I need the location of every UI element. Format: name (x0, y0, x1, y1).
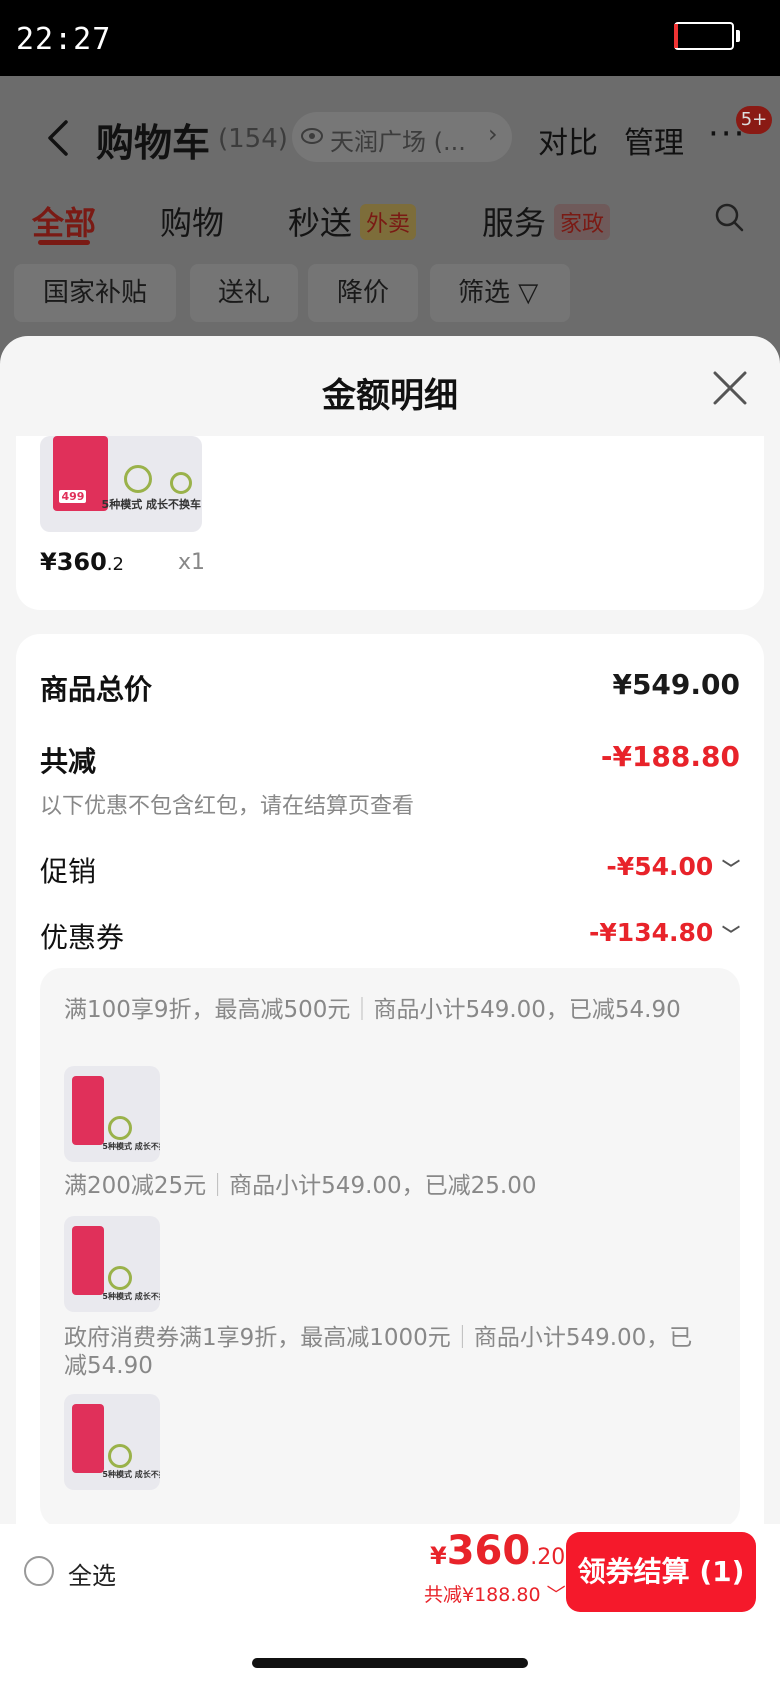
total-discount-value: -¥188.80 (600, 740, 740, 773)
chevron-down-icon: ﹀ (722, 859, 740, 880)
goods-total-label: 商品总价 (40, 673, 153, 706)
tab-shopping[interactable]: 购物 (160, 198, 224, 244)
chevron-down-icon: ﹀ (722, 925, 740, 946)
filter-icon: ▽ (518, 278, 539, 308)
tab-all[interactable]: 全部 (32, 198, 96, 244)
coupon-item-text: 政府消费券满1享9折，最高减1000元｜商品小计549.00，已减54.90 (64, 1325, 693, 1379)
coupon-value: -¥134.80 (589, 918, 714, 947)
select-all-radio[interactable] (24, 1556, 54, 1586)
total-discount-summary: 共减¥188.80 (424, 1584, 541, 1606)
discount-note: 以下优惠不包含红包，请在结算页查看 (40, 794, 415, 819)
page-title: 购物车 (96, 121, 211, 165)
coupon-item-text: 满100享9折，最高减500元｜商品小计549.00，已减54.90 (64, 997, 681, 1023)
total-discount-toggle[interactable]: 共减¥188.80 ﹀ (424, 1580, 566, 1607)
coupon-item-text: 满200减25元｜商品小计549.00，已减25.00 (64, 1173, 537, 1199)
sheet-title: 金额明细 (322, 376, 458, 416)
coupon-label: 优惠券 (40, 921, 125, 954)
cart-count: (154) (218, 124, 288, 154)
status-time: 22:27 (16, 22, 112, 57)
goods-total-value: ¥549.00 (612, 668, 740, 701)
promo-value: -¥54.00 (606, 852, 714, 881)
checkout-button[interactable]: 领券结算 (1) (566, 1532, 756, 1612)
coupon-product-thumbnail[interactable]: 5种模式 成长不换车 (64, 1394, 160, 1490)
chip-national-subsidy[interactable]: 国家补贴 (14, 264, 176, 322)
battery-icon (674, 22, 734, 50)
select-all-label[interactable]: 全选 (68, 1556, 116, 1591)
total-discount-label: 共减 (40, 745, 97, 778)
tab-active-indicator (38, 240, 90, 245)
chip-filter[interactable]: 筛选 ▽ (430, 264, 570, 322)
chevron-right-icon: › (488, 120, 498, 148)
tab-services[interactable]: 服务 (482, 198, 546, 244)
product-price: ¥360.2 (40, 548, 124, 576)
tab-instant[interactable]: 秒送 (288, 198, 352, 244)
promo-label: 促销 (40, 855, 97, 888)
search-icon[interactable] (714, 202, 744, 232)
home-indicator[interactable] (252, 1658, 528, 1668)
back-arrow-icon[interactable] (40, 118, 80, 158)
chip-gift[interactable]: 送礼 (190, 264, 298, 322)
coupon-row-toggle[interactable]: -¥134.80 ﹀ (589, 918, 740, 947)
coupon-product-thumbnail[interactable]: 5种模式 成长不换车 (64, 1066, 160, 1162)
tab-tag-waimai: 外卖 (360, 204, 417, 240)
product-quantity: x1 (178, 550, 206, 575)
coupon-product-thumbnail[interactable]: 5种模式 成长不换车 (64, 1216, 160, 1312)
tab-tag-jiazheng: 家政 (554, 204, 611, 240)
message-badge: 5+ (736, 106, 772, 134)
battery-level (674, 24, 678, 48)
chip-price-drop[interactable]: 降价 (308, 264, 418, 322)
close-icon[interactable] (712, 370, 748, 406)
location-text: 天润广场 (... (330, 128, 466, 156)
product-thumbnail[interactable]: 499 5种模式 成长不换车 (40, 436, 202, 532)
compare-button[interactable]: 对比 (538, 118, 598, 162)
eye-icon (301, 128, 323, 144)
manage-button[interactable]: 管理 (624, 118, 684, 162)
chip-filter-label: 筛选 (458, 278, 511, 308)
chevron-down-icon: ﹀ (546, 1584, 566, 1606)
status-bar (0, 0, 780, 76)
total-price: ¥360.20 (430, 1528, 566, 1574)
battery-tip (736, 30, 740, 42)
promo-row-toggle[interactable]: -¥54.00 ﹀ (606, 852, 740, 881)
